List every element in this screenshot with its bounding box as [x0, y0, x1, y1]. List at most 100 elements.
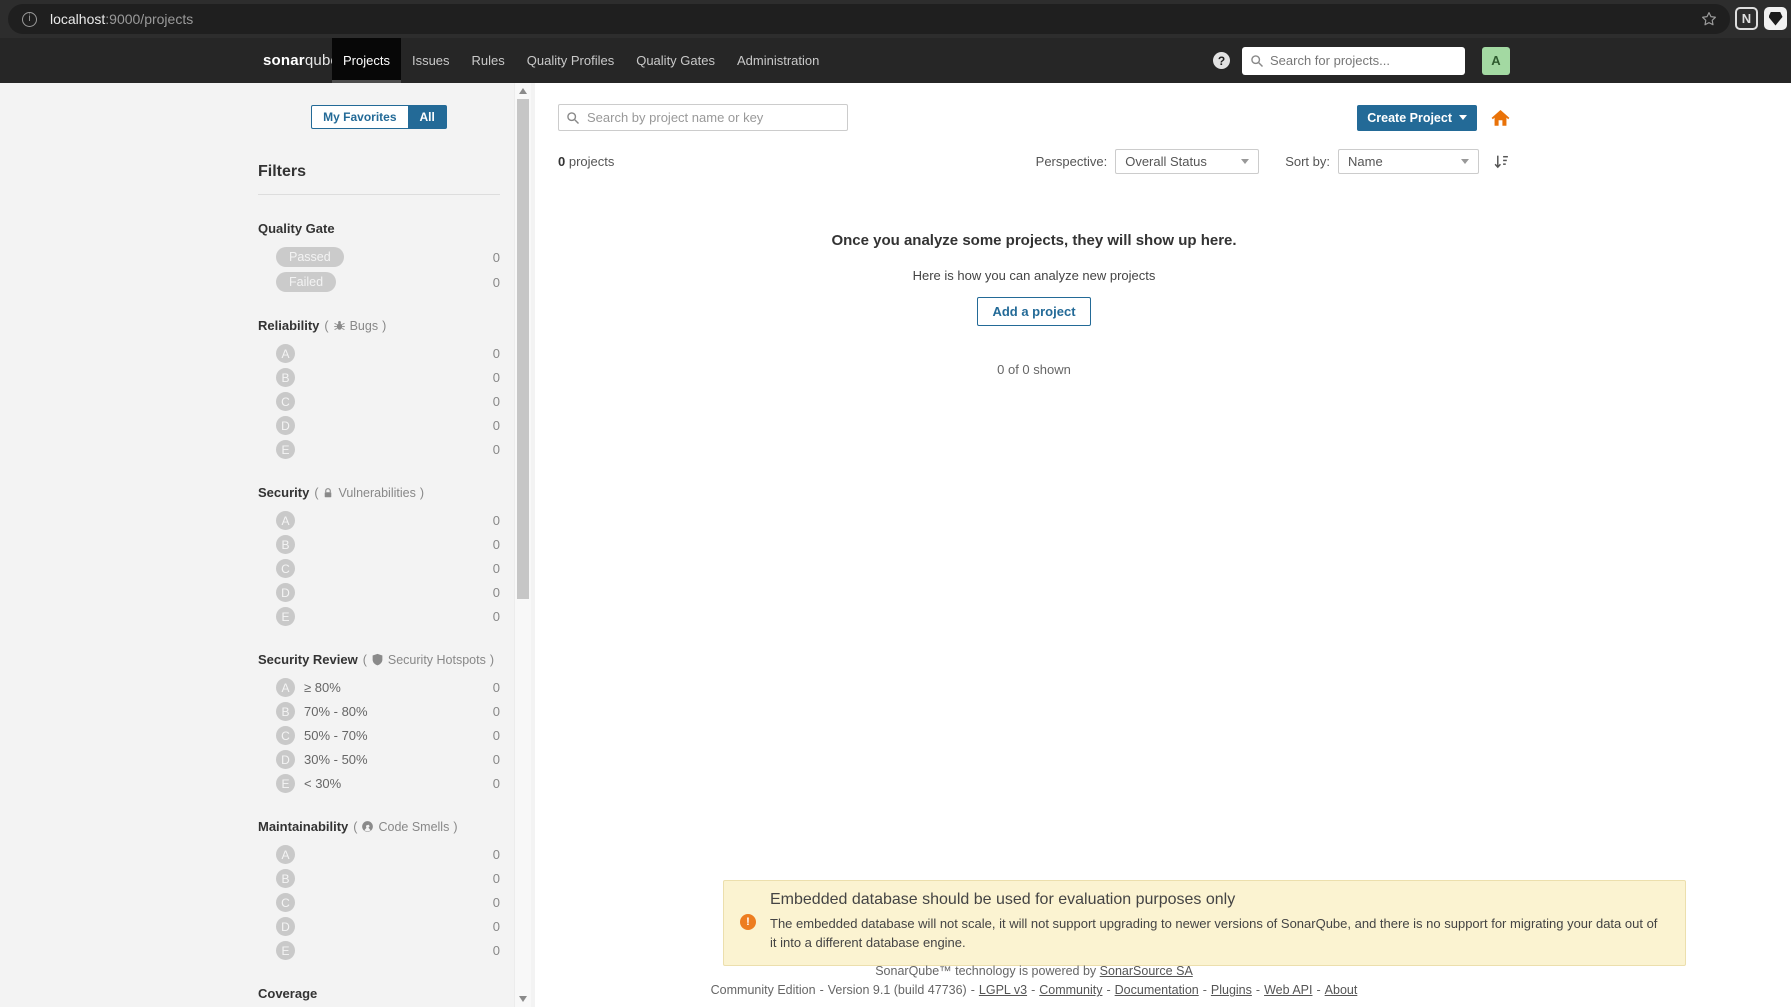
browser-profile-icon[interactable] — [1764, 7, 1787, 30]
projects-count-number: 0 — [558, 154, 566, 169]
scrollbar-thumb[interactable] — [517, 99, 529, 599]
sort-direction-button[interactable] — [1493, 153, 1510, 170]
scrollbar-up-arrow[interactable] — [519, 88, 527, 94]
filter-row-count: 0 — [492, 847, 500, 862]
filter-rating-row[interactable]: B 0 — [276, 368, 500, 387]
category-label: Security Hotspots — [387, 652, 486, 667]
bookmark-star-icon[interactable] — [1700, 10, 1718, 28]
filter-row-passed[interactable]: Passed 0 — [276, 247, 500, 267]
browser-extension-icon[interactable]: N — [1735, 7, 1758, 30]
global-search-input[interactable] — [1242, 46, 1465, 75]
filter-row-count: 0 — [492, 680, 500, 695]
nav-item-quality-gates[interactable]: Quality Gates — [625, 38, 726, 83]
footer-link-webapi[interactable]: Web API — [1264, 983, 1312, 997]
filter-row-count: 0 — [492, 537, 500, 552]
rating-badge: D — [276, 750, 295, 769]
filter-rating-row[interactable]: B 0 — [276, 535, 500, 554]
page-footer: SonarQube™ technology is powered by Sona… — [558, 962, 1510, 1001]
section-name: Quality Gate — [258, 221, 335, 236]
section-category: ( Security Hotspots ) — [363, 653, 494, 667]
footer-link-community[interactable]: Community — [1039, 983, 1102, 997]
chevron-down-icon — [1459, 115, 1467, 120]
filter-row-count: 0 — [492, 561, 500, 576]
filter-rating-row[interactable]: A ≥ 80% 0 — [276, 678, 500, 697]
filter-rating-row[interactable]: D 0 — [276, 583, 500, 602]
nav-item-rules[interactable]: Rules — [461, 38, 516, 83]
project-search-input[interactable] — [558, 104, 848, 131]
filter-rating-row[interactable]: A 0 — [276, 511, 500, 530]
filter-rating-row[interactable]: C 0 — [276, 392, 500, 411]
help-icon[interactable]: ? — [1213, 52, 1230, 69]
projects-main: Create Project 0 projects Perspective: O… — [535, 83, 1791, 1007]
filter-rating-row[interactable]: E 0 — [276, 941, 500, 960]
sort-by-label: Sort by: — [1285, 154, 1330, 169]
separator: - — [970, 983, 975, 998]
perspective-label: Perspective: — [1035, 154, 1108, 169]
paren: ) — [419, 485, 425, 500]
footer-link-about[interactable]: About — [1325, 983, 1358, 997]
sort-select[interactable]: Name — [1338, 149, 1479, 174]
filter-rating-row[interactable]: A 0 — [276, 344, 500, 363]
filter-rating-row[interactable]: B 70% - 80% 0 — [276, 702, 500, 721]
page-info-icon[interactable]: i — [22, 11, 37, 27]
shield-icon — [372, 653, 383, 666]
section-name: Security — [258, 485, 310, 500]
sort-value: Name — [1348, 154, 1383, 169]
filter-rating-row[interactable]: E < 30% 0 — [276, 774, 500, 793]
nav-item-quality-profiles[interactable]: Quality Profiles — [516, 38, 625, 83]
filter-rating-row[interactable]: C 0 — [276, 559, 500, 578]
filter-rating-row[interactable]: B 0 — [276, 869, 500, 888]
filter-row-count: 0 — [492, 943, 500, 958]
all-button[interactable]: All — [408, 105, 447, 129]
projects-count-word: projects — [568, 154, 615, 169]
rating-badge: E — [276, 440, 295, 459]
filter-row-count: 0 — [492, 776, 500, 791]
main-nav: Projects Issues Rules Quality Profiles Q… — [332, 38, 830, 83]
home-button[interactable] — [1491, 109, 1510, 127]
section-title: Security ( Vulnerabilities ) — [258, 485, 500, 500]
filter-section-security-review: Security Review ( Security Hotspots ) A … — [258, 652, 500, 793]
nav-item-projects[interactable]: Projects — [332, 38, 401, 83]
filter-row-count: 0 — [492, 728, 500, 743]
address-bar[interactable]: i localhost:9000/projects — [8, 4, 1730, 34]
rating-badge: E — [276, 607, 295, 626]
search-icon — [567, 112, 580, 125]
filter-rating-row[interactable]: D 30% - 50% 0 — [276, 750, 500, 769]
section-name: Reliability — [258, 318, 320, 333]
filters-divider — [258, 194, 500, 195]
nav-item-issues[interactable]: Issues — [401, 38, 461, 83]
rating-badge: C — [276, 726, 295, 745]
filter-rating-row[interactable]: D 0 — [276, 917, 500, 936]
list-controls: Perspective: Overall Status Sort by: Nam… — [1036, 149, 1510, 174]
perspective-select[interactable]: Overall Status — [1115, 149, 1260, 174]
filter-section-reliability: Reliability ( Bugs ) A 0 B 0 C 0 D 0 E 0 — [258, 318, 500, 459]
category-label: Code Smells — [378, 819, 450, 834]
footer-link-documentation[interactable]: Documentation — [1115, 983, 1199, 997]
perspective-value: Overall Status — [1125, 154, 1207, 169]
user-avatar[interactable]: A — [1482, 46, 1510, 75]
filter-rating-row[interactable]: C 50% - 70% 0 — [276, 726, 500, 745]
rating-badge: A — [276, 511, 295, 530]
filter-row-failed[interactable]: Failed 0 — [276, 272, 500, 292]
filter-rating-row[interactable]: D 0 — [276, 416, 500, 435]
section-title: Maintainability ( Code Smells ) — [258, 819, 500, 834]
add-project-button[interactable]: Add a project — [977, 297, 1091, 326]
sidebar-scrollbar[interactable] — [514, 83, 531, 1007]
create-project-button[interactable]: Create Project — [1357, 104, 1477, 131]
footer-powered-prefix: SonarQube™ technology is powered by — [875, 964, 1097, 978]
filter-rating-row[interactable]: E 0 — [276, 440, 500, 459]
filter-rating-row[interactable]: C 0 — [276, 893, 500, 912]
my-favorites-button[interactable]: My Favorites — [311, 105, 409, 129]
filter-rating-row[interactable]: E 0 — [276, 607, 500, 626]
footer-link-plugins[interactable]: Plugins — [1211, 983, 1252, 997]
nav-item-administration[interactable]: Administration — [726, 38, 830, 83]
empty-state: Once you analyze some projects, they wil… — [558, 232, 1510, 377]
section-category: ( Vulnerabilities ) — [314, 486, 424, 500]
rating-badge: E — [276, 774, 295, 793]
sonarsource-link[interactable]: SonarSource SA — [1100, 964, 1193, 978]
filter-rating-row[interactable]: A 0 — [276, 845, 500, 864]
scrollbar-down-arrow[interactable] — [519, 996, 527, 1002]
filter-row-label: < 30% — [304, 776, 342, 791]
create-project-label: Create Project — [1367, 110, 1452, 125]
footer-link-lgpl[interactable]: LGPL v3 — [979, 983, 1027, 997]
